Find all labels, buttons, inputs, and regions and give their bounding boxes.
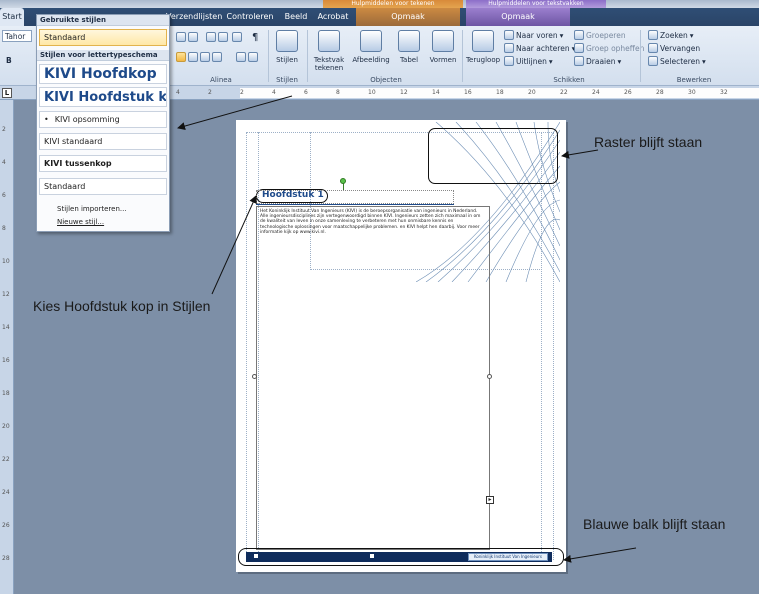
arrow-to-styles: [177, 95, 293, 130]
arrow-to-raster: [561, 149, 599, 159]
annotation-raster: Raster blijft staan: [594, 134, 703, 150]
annotation-hoofdstuk: Kies Hoofdstuk kop in Stijlen: [33, 298, 211, 314]
arrow-to-blue-bar: [563, 547, 637, 563]
annotation-blue-bar: Blauwe balk blijft staan: [583, 516, 726, 532]
arrow-to-heading: [211, 195, 257, 295]
annotation-arrows: [177, 95, 637, 563]
